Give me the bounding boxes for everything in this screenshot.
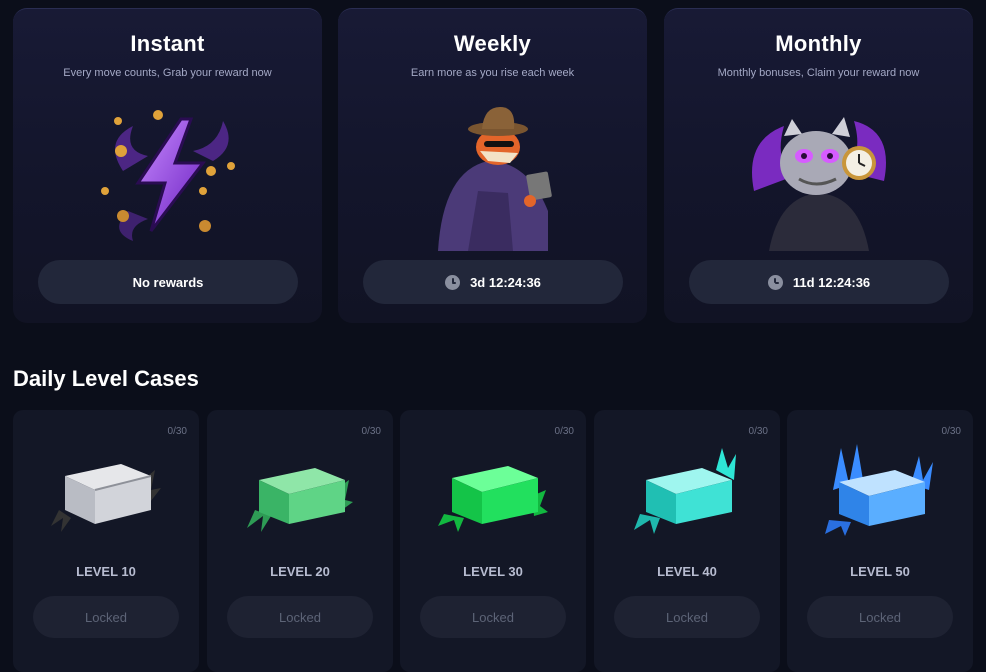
reward-title: Weekly bbox=[453, 31, 532, 56]
case-level: LEVEL 20 bbox=[270, 564, 330, 579]
case-card-level-30[interactable]: 0/30 LEVEL 30 Locked bbox=[400, 410, 586, 672]
reward-card-instant: Instant Every move counts, Grab your rew… bbox=[13, 8, 322, 323]
case-crate-icon bbox=[634, 448, 736, 534]
case-progress: 0/30 bbox=[361, 426, 381, 437]
case-level: LEVEL 10 bbox=[76, 564, 136, 579]
monthly-timer-button[interactable]: 11d 12:24:36 bbox=[689, 260, 949, 304]
dragon-pocket-watch-icon bbox=[751, 117, 886, 251]
case-progress: 0/30 bbox=[554, 426, 574, 437]
weekly-timer-button[interactable]: 3d 12:24:36 bbox=[363, 260, 623, 304]
no-rewards-button[interactable]: No rewards bbox=[38, 260, 298, 304]
daily-level-cases: 0/30 LEVEL 10 Locked 0/30 LEVEL 20 Locke… bbox=[13, 410, 973, 672]
case-progress: 0/30 bbox=[748, 426, 768, 437]
clock-icon bbox=[767, 274, 783, 290]
timer-label: 3d 12:24:36 bbox=[470, 274, 541, 290]
case-card-level-40[interactable]: 0/30 LEVEL 40 Locked bbox=[594, 410, 780, 672]
reward-title: Instant bbox=[130, 31, 205, 56]
locked-button[interactable]: Locked bbox=[614, 596, 760, 638]
locked-button[interactable]: Locked bbox=[807, 596, 953, 638]
fox-detective-icon bbox=[437, 107, 552, 251]
case-progress: 0/30 bbox=[167, 426, 187, 437]
locked-button[interactable]: Locked bbox=[420, 596, 566, 638]
locked-button[interactable]: Locked bbox=[227, 596, 373, 638]
reward-card-monthly: Monthly Monthly bonuses, Claim your rewa… bbox=[664, 8, 973, 323]
case-level: LEVEL 40 bbox=[657, 564, 717, 579]
case-crate-icon bbox=[438, 466, 548, 532]
section-title: Daily Level Cases bbox=[13, 366, 199, 391]
case-card-level-10[interactable]: 0/30 LEVEL 10 Locked bbox=[13, 410, 199, 672]
case-crate-icon bbox=[51, 464, 161, 532]
reward-subtitle: Monthly bonuses, Claim your reward now bbox=[717, 67, 920, 79]
lightning-bolt-icon bbox=[100, 110, 235, 241]
reward-subtitle: Earn more as you rise each week bbox=[410, 67, 575, 79]
button-label: No rewards bbox=[132, 274, 204, 290]
timer-label: 11d 12:24:36 bbox=[792, 274, 871, 290]
case-level: LEVEL 50 bbox=[850, 564, 910, 579]
case-card-level-50[interactable]: 0/30 LEVEL 50 Locked bbox=[787, 410, 973, 672]
case-crate-icon bbox=[825, 444, 933, 536]
reward-cards: Instant Every move counts, Grab your rew… bbox=[13, 8, 973, 323]
case-progress: 0/30 bbox=[941, 426, 961, 437]
reward-card-weekly: Weekly Earn more as you rise each week 3… bbox=[338, 8, 647, 323]
case-card-level-20[interactable]: 0/30 LEVEL 20 Locked bbox=[207, 410, 393, 672]
case-level: LEVEL 30 bbox=[463, 564, 523, 579]
reward-title: Monthly bbox=[775, 31, 862, 56]
reward-subtitle: Every move counts, Grab your reward now bbox=[63, 67, 272, 79]
locked-button[interactable]: Locked bbox=[33, 596, 179, 638]
clock-icon bbox=[445, 274, 461, 290]
case-crate-icon bbox=[247, 468, 353, 532]
